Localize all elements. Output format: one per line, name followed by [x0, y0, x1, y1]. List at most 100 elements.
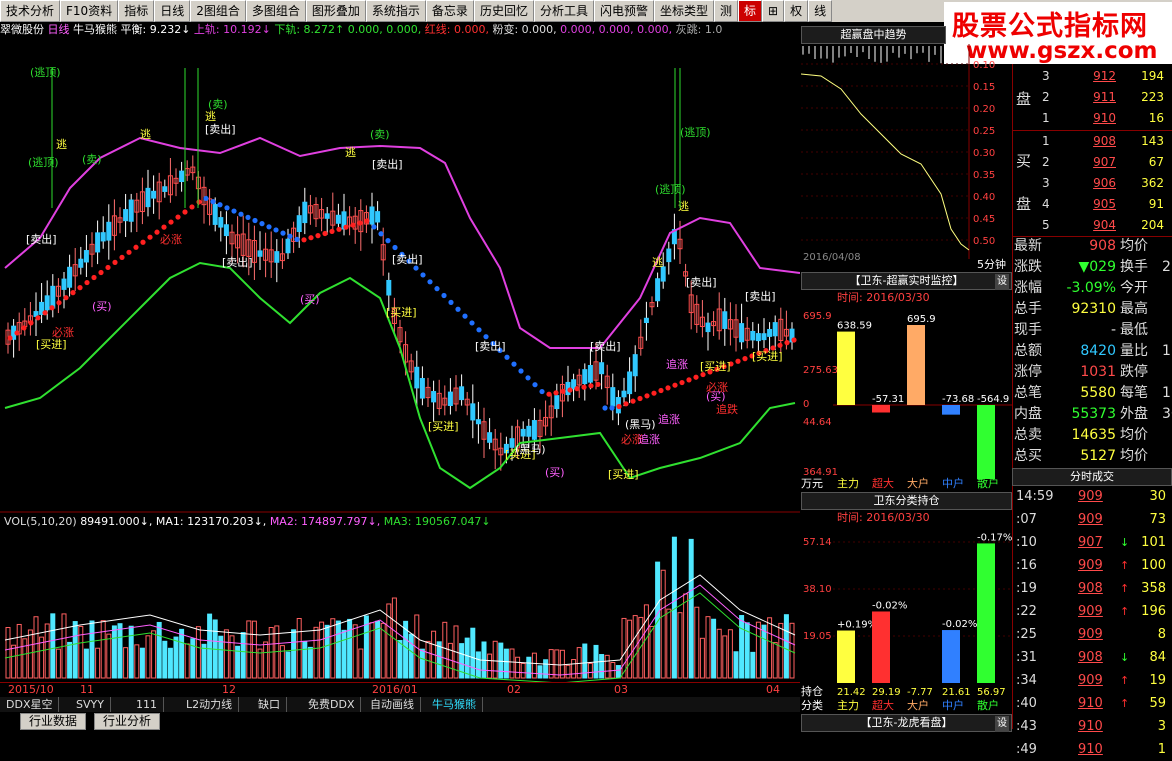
kline-annotation: [买进]	[36, 338, 67, 351]
toolbar-item[interactable]: 备忘录	[425, 0, 474, 22]
buy-row[interactable]: 4 905 91	[1012, 194, 1172, 215]
volume-bar	[11, 644, 17, 679]
sell-row[interactable]: 2 911 223	[1012, 87, 1172, 108]
buy-row[interactable]: 1 908 143	[1012, 131, 1172, 152]
kline-annotation: [卖出]	[590, 339, 621, 353]
bottom-tab[interactable]: 行业分析	[94, 713, 161, 730]
sell-level: 1	[1042, 111, 1050, 125]
stock-name[interactable]: 翠微股份	[0, 23, 44, 36]
buy-pan-label: 盘	[1016, 195, 1032, 213]
kline-chart[interactable]: (逃顶)逃(逃顶) (卖)(卖)[卖出]逃逃(卖)逃[卖出](逃顶)(逃顶)逃逃[…	[0, 38, 800, 513]
buy-row[interactable]: 2 907 67	[1012, 152, 1172, 173]
trend-chart[interactable]: 0.10 0.15 0.20 0.25 0.30 0.35 0.40 0.45 0.50 2016…	[801, 44, 1012, 269]
candlestick	[604, 364, 610, 405]
bottom-tab[interactable]: 行业数据	[20, 713, 87, 730]
kline-annotation: (卖)	[82, 153, 102, 166]
monitor-settings-button[interactable]: 设	[995, 274, 1009, 290]
tick-price[interactable]: 909	[1078, 485, 1103, 508]
volume-bar	[604, 654, 610, 679]
volume-bar	[341, 629, 347, 679]
sell-price[interactable]: 911	[1076, 87, 1116, 108]
toolbar-item[interactable]: 坐标类型	[653, 0, 714, 22]
indicator-tab[interactable]: 免费DDX	[302, 697, 362, 712]
toolbar-item[interactable]: 指标	[118, 0, 155, 22]
dragon-settings-button[interactable]: 设	[995, 716, 1009, 732]
candlestick	[761, 318, 767, 349]
sell-volume: 223	[1141, 90, 1164, 104]
toolbar-item[interactable]: 闪电预警	[593, 0, 654, 22]
tick-price[interactable]: 909	[1078, 508, 1103, 531]
toolbar-item[interactable]: 2图组合	[190, 0, 246, 22]
tick-price[interactable]: 909	[1078, 600, 1103, 623]
volume-bar	[201, 643, 207, 679]
toolbar-item[interactable]: ⊞	[762, 0, 785, 22]
tick-arrow: ↑	[1120, 582, 1130, 595]
indicator-tab[interactable]: 111	[130, 697, 164, 712]
candlestick	[67, 254, 73, 297]
toolbar-item[interactable]: 系统指示	[365, 0, 426, 22]
toolbar-item[interactable]: 历史回忆	[473, 0, 534, 22]
toolbar-item[interactable]: 权	[784, 0, 809, 22]
tick-arrow: ↑	[1120, 559, 1130, 572]
monitor-bar-chart: 时间: 2016/03/30695.9275.63044.64364.91万元6…	[801, 291, 1012, 489]
tick-price[interactable]: 910	[1078, 738, 1103, 761]
buy-row[interactable]: 5 904 204	[1012, 215, 1172, 236]
toolbar-item[interactable]: 线	[808, 0, 833, 22]
candlestick	[655, 272, 661, 308]
sell-row[interactable]: 3 912 194	[1012, 66, 1172, 87]
indicator-tab[interactable]: 缺口	[252, 697, 287, 712]
toolbar-item[interactable]: F10资料	[60, 0, 119, 22]
volume-bar	[375, 620, 381, 679]
tick-volume: 3	[1157, 719, 1166, 734]
indicator-tab[interactable]: SVYY	[70, 697, 111, 712]
volume-bar	[526, 656, 532, 679]
candlestick	[307, 194, 313, 225]
kline-annotation: (黑马)	[515, 443, 546, 456]
trend-dot	[21, 325, 27, 331]
candlestick	[100, 216, 106, 249]
volume-chart[interactable]	[0, 530, 800, 682]
toolbar-item[interactable]: 测	[714, 0, 739, 22]
buy-price[interactable]: 907	[1076, 152, 1116, 173]
sell-row[interactable]: 1 910 16	[1012, 108, 1172, 129]
candlestick	[89, 232, 95, 268]
indicator-tab[interactable]: L2动力线	[180, 697, 240, 712]
toolbar-item[interactable]: 日线	[154, 0, 191, 22]
indicator-tab[interactable]: 牛马猴熊	[426, 697, 483, 712]
stock-title-line: 翠微股份 日线 牛马猴熊 平衡: 9.232↓ 上轨: 10.192↓ 下轨: …	[0, 22, 800, 38]
tick-volume: 196	[1141, 604, 1166, 619]
buy-price[interactable]: 908	[1076, 131, 1116, 152]
kline-annotation: (卖)	[370, 128, 390, 141]
tick-row: :16 909 ↑ 100	[1012, 554, 1172, 577]
trend-dot	[539, 388, 545, 395]
tick-price[interactable]: 907	[1078, 531, 1103, 554]
buy-price[interactable]: 906	[1076, 173, 1116, 194]
sell-price[interactable]: 910	[1076, 108, 1116, 129]
sell-price[interactable]: 912	[1076, 66, 1116, 87]
trend-dot	[273, 227, 279, 233]
volume-bar	[548, 649, 554, 679]
kline-annotation: (黑马)	[625, 418, 656, 431]
toolbar-item[interactable]: 分析工具	[533, 0, 594, 22]
candlestick	[543, 400, 549, 436]
buy-price[interactable]: 905	[1076, 194, 1116, 215]
holding-panel-title: 卫东分类持仓	[801, 492, 1012, 510]
toolbar-item[interactable]: 标	[738, 0, 763, 22]
tick-price[interactable]: 909	[1078, 669, 1103, 692]
trend-dot	[238, 211, 244, 217]
tick-price[interactable]: 909	[1078, 554, 1103, 577]
tick-price[interactable]: 910	[1078, 692, 1103, 715]
quote-row: 最新 908 均价	[1012, 236, 1172, 257]
toolbar-item[interactable]: 技术分析	[0, 0, 61, 22]
volume-bar	[251, 620, 257, 679]
toolbar-item[interactable]: 多图组合	[245, 0, 306, 22]
tick-price[interactable]: 908	[1078, 646, 1103, 669]
toolbar-item[interactable]: 图形叠加	[305, 0, 366, 22]
indicator-tab[interactable]: 自动画线	[364, 697, 421, 712]
tick-price[interactable]: 910	[1078, 715, 1103, 738]
indicator-tab[interactable]: DDX星空	[0, 697, 60, 712]
buy-row[interactable]: 3 906 362	[1012, 173, 1172, 194]
tick-price[interactable]: 909	[1078, 623, 1103, 646]
tick-price[interactable]: 908	[1078, 577, 1103, 600]
buy-price[interactable]: 904	[1076, 215, 1116, 236]
